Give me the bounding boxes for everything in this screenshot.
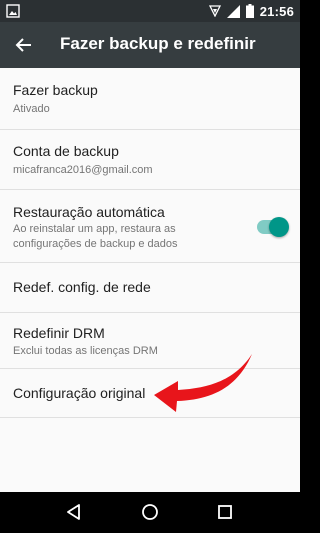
home-nav-icon[interactable]	[140, 502, 160, 522]
list-item-title: Configuração original	[13, 385, 146, 401]
back-nav-icon[interactable]	[64, 502, 84, 522]
navigation-bar	[0, 492, 300, 533]
toggle-thumb	[269, 217, 289, 237]
settings-screen: 21:56 Fazer backup e redefinir Fazer bac…	[0, 0, 300, 533]
list-item-subtitle: micafranca2016@gmail.com	[13, 164, 153, 176]
list-item-title: Redef. config. de rede	[13, 279, 151, 295]
status-time: 21:56	[259, 3, 294, 19]
back-arrow-icon[interactable]	[12, 33, 36, 57]
list-item-redef-config-rede[interactable]: Redef. config. de rede	[0, 263, 300, 312]
list-item-subtitle: Ao reinstalar um app, restaura as config…	[13, 223, 178, 250]
gallery-notification-icon	[6, 4, 20, 18]
toolbar: Fazer backup e redefinir	[0, 22, 300, 68]
signal-icon	[226, 4, 240, 18]
list-item-title: Redefinir DRM	[13, 325, 105, 341]
annotation-arrow-icon	[154, 354, 252, 412]
list-item-title: Fazer backup	[13, 82, 98, 98]
list-item-subtitle: Ativado	[13, 103, 50, 115]
recents-nav-icon[interactable]	[215, 502, 235, 522]
battery-icon	[245, 4, 254, 18]
list-item-title: Restauração automática	[13, 204, 165, 220]
page-title: Fazer backup e redefinir	[60, 34, 256, 53]
auto-restore-toggle[interactable]	[257, 217, 289, 237]
status-bar: 21:56	[0, 0, 300, 22]
list-item-restauracao-automatica[interactable]: Restauração automática Ao reinstalar um …	[0, 190, 300, 262]
data-saver-icon	[208, 5, 221, 17]
list-item-title: Conta de backup	[13, 143, 119, 159]
list-item-conta-de-backup[interactable]: Conta de backup micafranca2016@gmail.com	[0, 130, 300, 189]
list-item-fazer-backup[interactable]: Fazer backup Ativado	[0, 68, 300, 129]
